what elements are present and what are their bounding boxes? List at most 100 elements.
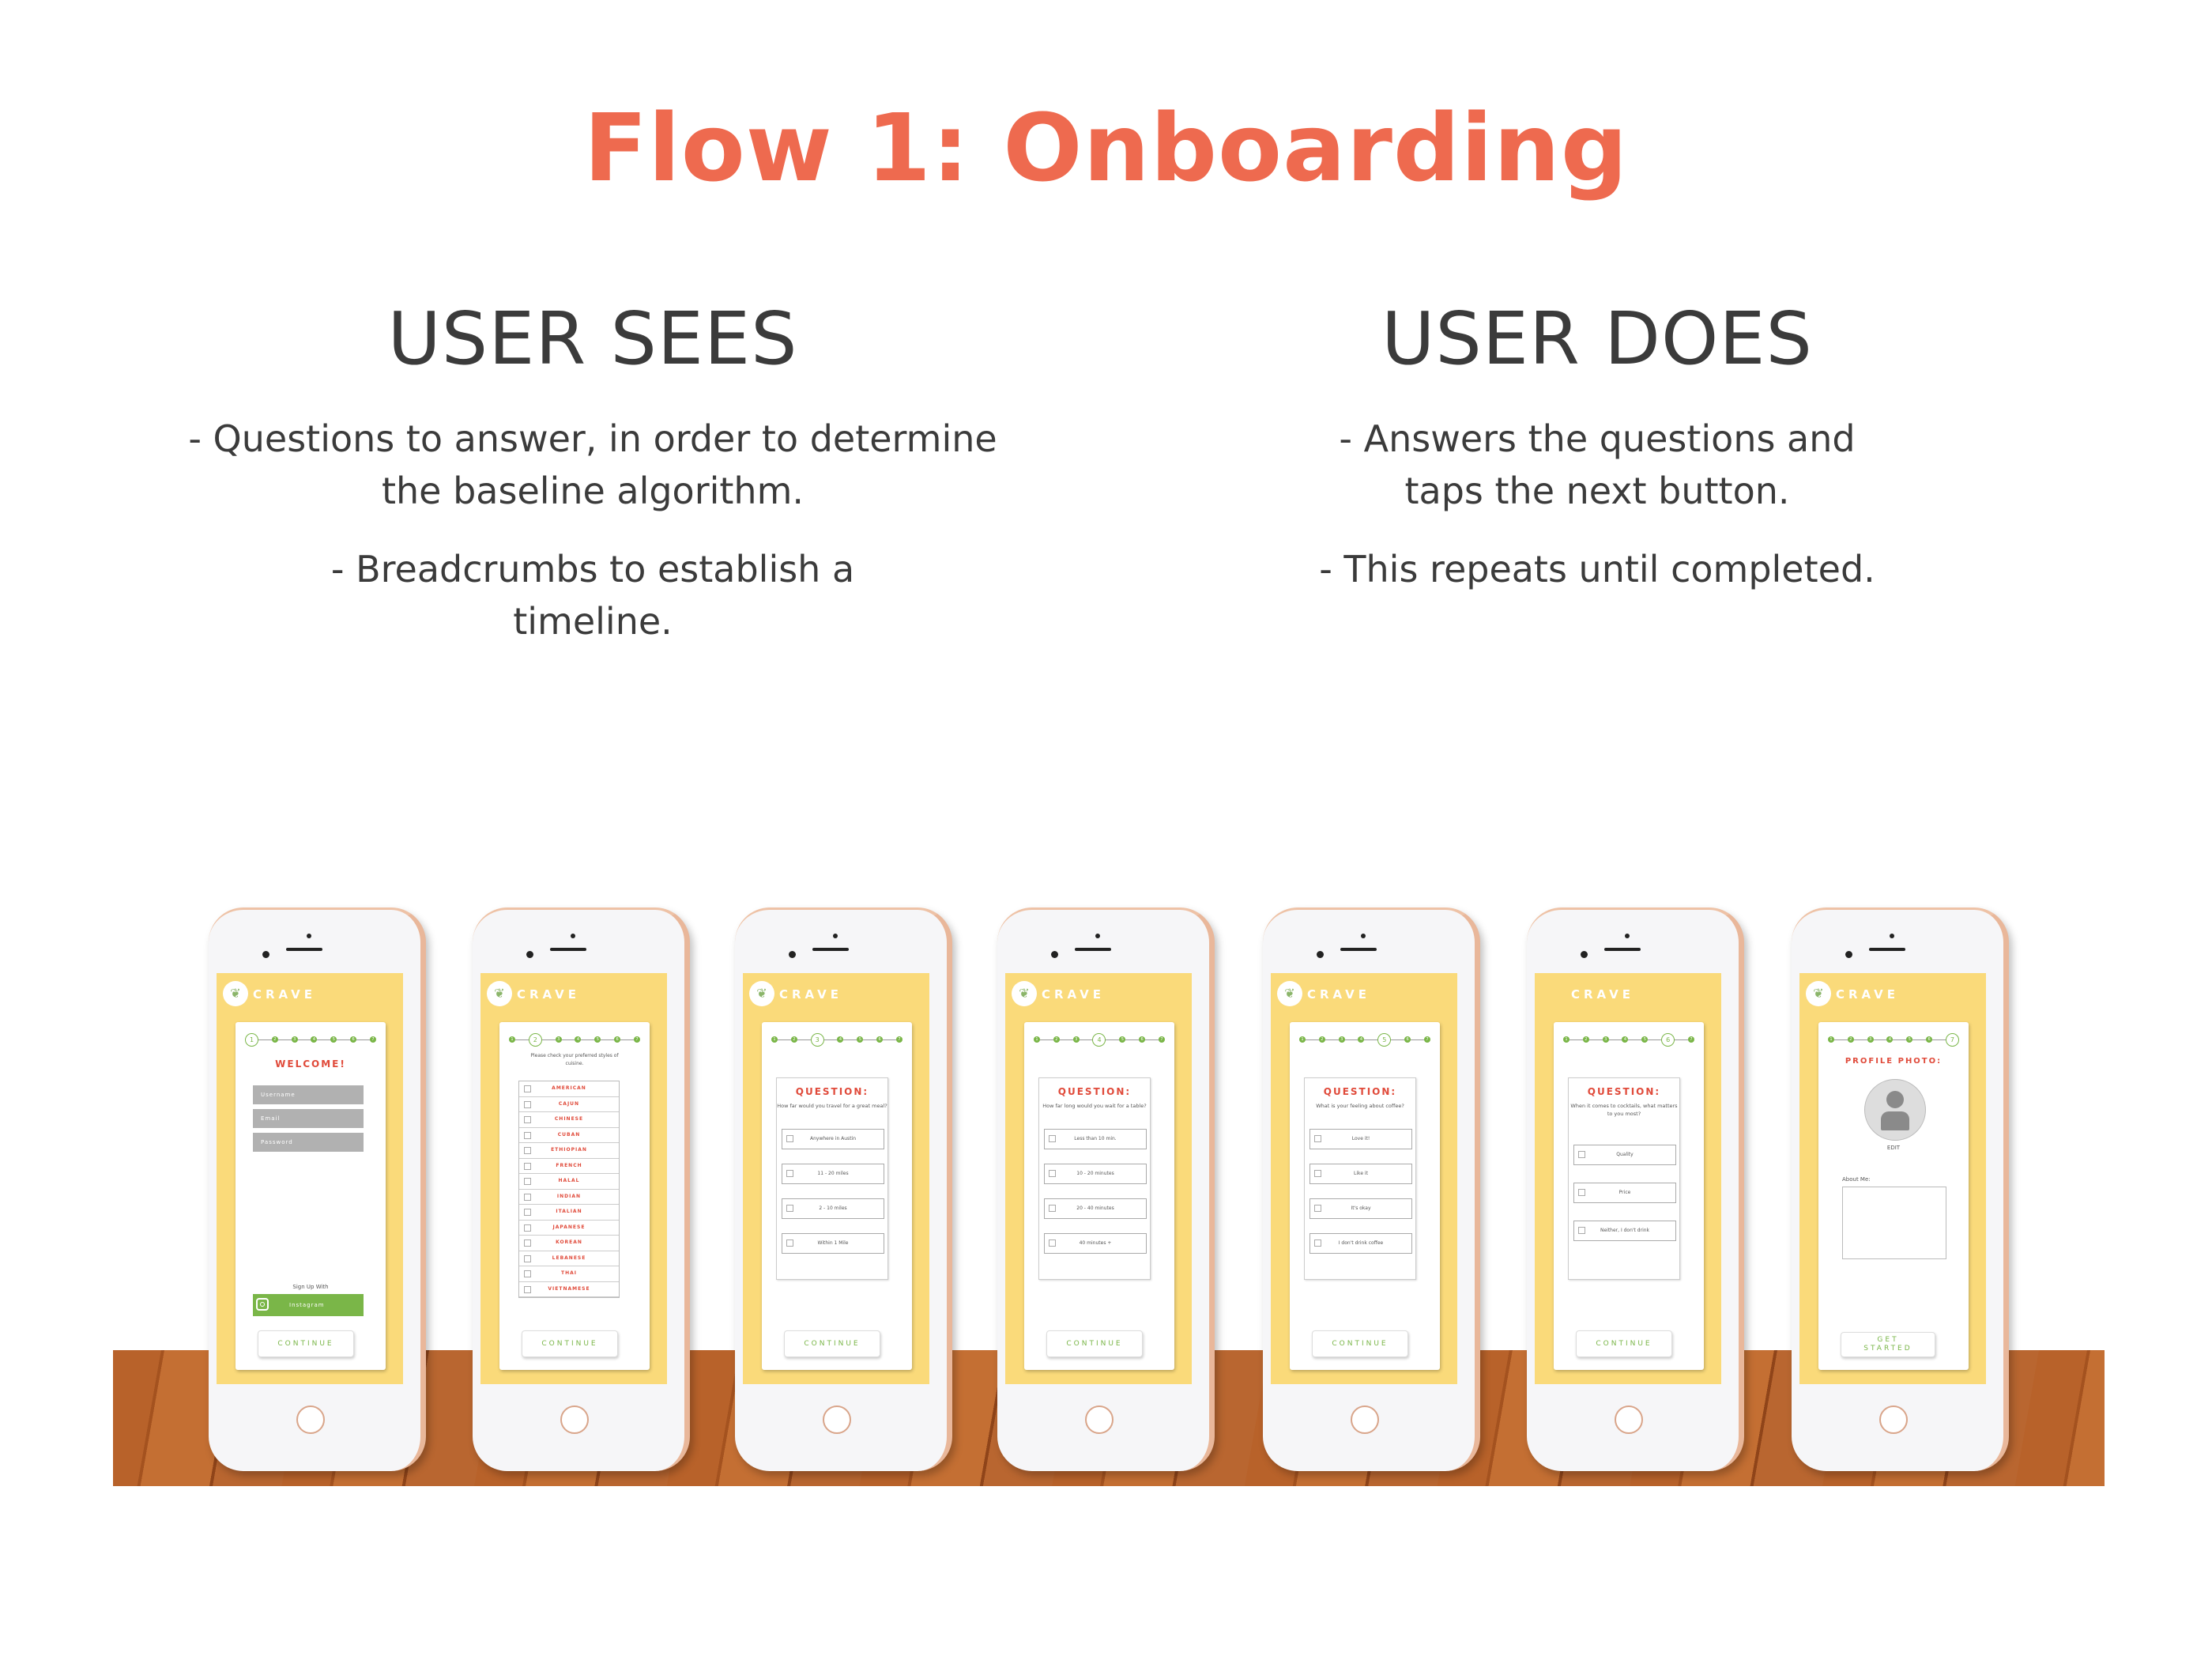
breadcrumb-step[interactable]: 6 <box>1139 1036 1146 1043</box>
checkbox[interactable] <box>524 1131 531 1139</box>
breadcrumb-step[interactable]: 7 <box>633 1036 640 1043</box>
breadcrumb-step-current[interactable]: 6 <box>1661 1032 1675 1047</box>
breadcrumb-step[interactable]: 2 <box>271 1036 278 1043</box>
breadcrumb-step[interactable]: 1 <box>1299 1036 1306 1043</box>
home-button[interactable] <box>1351 1405 1379 1434</box>
answer-option[interactable]: Quality <box>1573 1145 1676 1165</box>
breadcrumb-step[interactable]: 1 <box>1563 1036 1570 1043</box>
cuisine-option[interactable]: ITALIAN <box>519 1205 619 1221</box>
checkbox[interactable] <box>524 1255 531 1262</box>
cuisine-option[interactable]: FRENCH <box>519 1159 619 1174</box>
cuisine-option[interactable]: AMERICAN <box>519 1081 619 1097</box>
answer-option[interactable]: Like it <box>1309 1164 1412 1184</box>
cuisine-option[interactable]: INDIAN <box>519 1190 619 1205</box>
breadcrumb-step-current[interactable]: 1 <box>245 1032 258 1047</box>
answer-option[interactable]: 40 minutes + <box>1044 1233 1147 1254</box>
breadcrumb-step[interactable]: 6 <box>614 1036 621 1043</box>
breadcrumb-step[interactable]: 2 <box>1053 1036 1060 1043</box>
checkbox[interactable] <box>524 1162 531 1170</box>
breadcrumb-step[interactable]: 4 <box>1358 1036 1365 1043</box>
breadcrumb-step[interactable]: 6 <box>1926 1036 1933 1043</box>
breadcrumb-step[interactable]: 6 <box>876 1036 884 1043</box>
edit-photo-link[interactable]: EDIT <box>1818 1144 1969 1152</box>
breadcrumb-step[interactable]: 5 <box>857 1036 864 1043</box>
answer-option[interactable]: 11 - 20 miles <box>782 1164 884 1184</box>
checkbox[interactable] <box>524 1270 531 1277</box>
breadcrumb-step[interactable]: 3 <box>555 1036 562 1043</box>
answer-option[interactable]: 10 - 20 minutes <box>1044 1164 1147 1184</box>
checkbox[interactable] <box>524 1085 531 1092</box>
breadcrumb-step[interactable]: 3 <box>1338 1036 1345 1043</box>
password-input[interactable]: Password <box>253 1133 364 1152</box>
answer-option[interactable]: Love it! <box>1309 1129 1412 1149</box>
breadcrumb-step[interactable]: 7 <box>1687 1036 1694 1043</box>
continue-button[interactable]: CONTINUE <box>522 1330 618 1357</box>
checkbox[interactable] <box>786 1135 793 1142</box>
breadcrumb-step[interactable]: 4 <box>1886 1036 1894 1043</box>
home-button[interactable] <box>560 1405 589 1434</box>
answer-option[interactable]: Neither, I don't drink <box>1573 1221 1676 1241</box>
continue-button[interactable]: CONTINUE <box>784 1330 880 1357</box>
answer-option[interactable]: Within 1 Mile <box>782 1233 884 1254</box>
breadcrumb-step[interactable]: 5 <box>1119 1036 1126 1043</box>
checkbox[interactable] <box>524 1147 531 1154</box>
checkbox[interactable] <box>786 1239 793 1247</box>
checkbox[interactable] <box>1314 1239 1321 1247</box>
continue-button[interactable]: CONTINUE <box>1312 1330 1408 1357</box>
home-button[interactable] <box>1085 1405 1114 1434</box>
username-input[interactable]: Username <box>253 1085 364 1104</box>
breadcrumb-step[interactable]: 3 <box>1602 1036 1609 1043</box>
breadcrumb-step[interactable]: 3 <box>291 1036 298 1043</box>
checkbox[interactable] <box>524 1285 531 1293</box>
breadcrumb-step[interactable]: 1 <box>1828 1036 1834 1043</box>
email-input[interactable]: Email <box>253 1109 364 1128</box>
checkbox[interactable] <box>524 1100 531 1108</box>
checkbox[interactable] <box>524 1224 531 1232</box>
checkbox[interactable] <box>1049 1239 1056 1247</box>
checkbox[interactable] <box>786 1170 793 1177</box>
breadcrumb-step[interactable]: 7 <box>1158 1036 1165 1043</box>
checkbox[interactable] <box>786 1205 793 1212</box>
cuisine-option[interactable]: ETHIOPIAN <box>519 1143 619 1159</box>
breadcrumb-step[interactable]: 2 <box>1318 1036 1325 1043</box>
breadcrumb-step[interactable]: 6 <box>350 1036 357 1043</box>
breadcrumb-step[interactable]: 5 <box>1906 1036 1913 1043</box>
profile-avatar[interactable] <box>1864 1079 1926 1141</box>
answer-option[interactable]: Price <box>1573 1183 1676 1203</box>
cuisine-option[interactable]: CAJUN <box>519 1097 619 1112</box>
continue-button[interactable]: CONTINUE <box>1576 1330 1672 1357</box>
breadcrumb-step[interactable]: 7 <box>895 1036 903 1043</box>
answer-option[interactable]: Anywhere in Austin <box>782 1129 884 1149</box>
breadcrumb-step[interactable]: 3 <box>1867 1036 1874 1043</box>
breadcrumb-step[interactable]: 1 <box>771 1036 778 1043</box>
breadcrumb-step-current[interactable]: 2 <box>528 1032 542 1047</box>
breadcrumb-step-current[interactable]: 4 <box>1092 1032 1106 1047</box>
breadcrumb-step-current[interactable]: 7 <box>1945 1032 1959 1047</box>
answer-option[interactable]: Less than 10 min. <box>1044 1129 1147 1149</box>
answer-option[interactable]: It's okay <box>1309 1198 1412 1219</box>
checkbox[interactable] <box>524 1209 531 1216</box>
checkbox[interactable] <box>1049 1170 1056 1177</box>
checkbox[interactable] <box>1049 1205 1056 1212</box>
cuisine-option[interactable]: THAI <box>519 1266 619 1282</box>
breadcrumb-step[interactable]: 6 <box>1404 1036 1411 1043</box>
home-button[interactable] <box>1615 1405 1643 1434</box>
checkbox[interactable] <box>1049 1135 1056 1142</box>
home-button[interactable] <box>296 1405 325 1434</box>
breadcrumb-step[interactable]: 2 <box>790 1036 797 1043</box>
breadcrumb-step[interactable]: 5 <box>330 1036 337 1043</box>
checkbox[interactable] <box>524 1239 531 1247</box>
home-button[interactable] <box>823 1405 851 1434</box>
answer-option[interactable]: 20 - 40 minutes <box>1044 1198 1147 1219</box>
breadcrumb-step[interactable]: 1 <box>509 1036 515 1043</box>
home-button[interactable] <box>1879 1405 1908 1434</box>
checkbox[interactable] <box>1314 1135 1321 1142</box>
cuisine-option[interactable]: KOREAN <box>519 1236 619 1251</box>
answer-option[interactable]: 2 - 10 miles <box>782 1198 884 1219</box>
breadcrumb-step[interactable]: 7 <box>1423 1036 1430 1043</box>
checkbox[interactable] <box>1578 1227 1585 1234</box>
instagram-signup-button[interactable]: Instagram <box>253 1294 364 1316</box>
breadcrumb-step[interactable]: 2 <box>1582 1036 1589 1043</box>
get-started-button[interactable]: GET STARTED <box>1841 1332 1935 1357</box>
breadcrumb-step[interactable]: 4 <box>837 1036 844 1043</box>
